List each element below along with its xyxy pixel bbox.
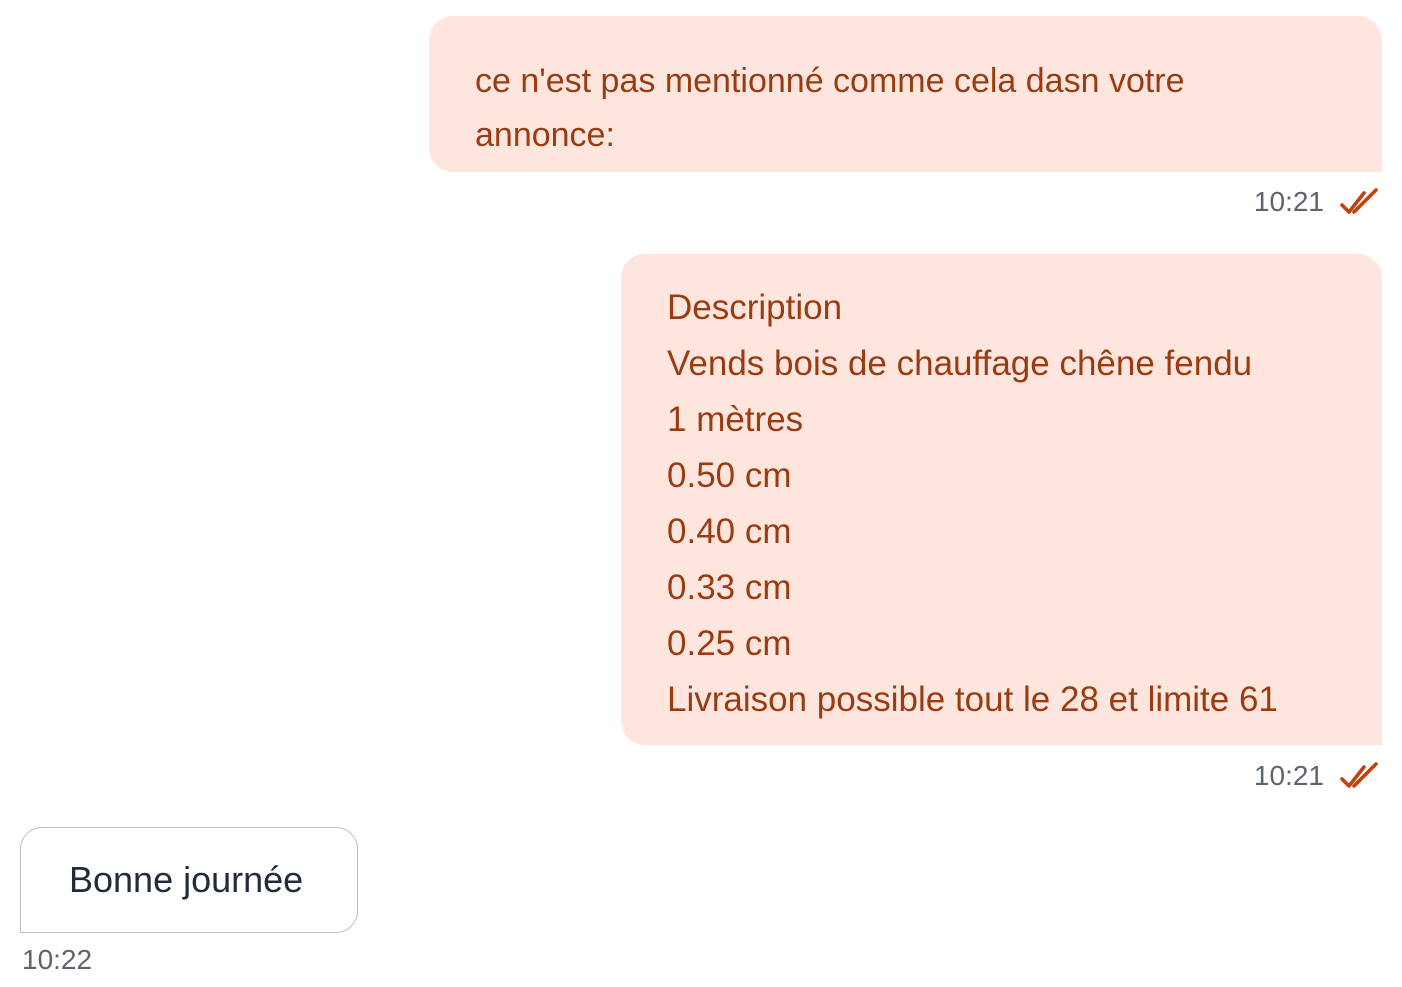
message-meta: 10:21	[1254, 760, 1380, 792]
message-timestamp: 10:21	[1253, 760, 1324, 791]
message-text-line: 1 mètres	[667, 400, 804, 439]
message-text-line: Vends bois de chauffage chêne fendu	[667, 344, 1253, 383]
message-meta: 10:21	[1254, 186, 1380, 218]
outgoing-message-bubble[interactable]: ce n'est pas mentionné comme cela dasn v…	[429, 16, 1382, 172]
message-timestamp: 10:22	[22, 944, 93, 975]
message-text-line: 0.25 cm	[667, 624, 792, 663]
double-check-icon	[1340, 762, 1378, 788]
message-text-line: ce n'est pas mentionné comme cela dasn v…	[475, 62, 1185, 100]
message-text-line: annonce:	[475, 116, 615, 154]
message-text-line: Livraison possible tout le 28 et limite …	[667, 680, 1278, 719]
message-text: Bonne journée	[69, 859, 304, 900]
outgoing-message-bubble[interactable]: Description Vends bois de chauffage chên…	[621, 254, 1382, 745]
double-check-icon	[1340, 188, 1378, 214]
message-timestamp: 10:21	[1253, 186, 1324, 217]
message-text-line: 0.40 cm	[667, 512, 792, 551]
chat-thread: ce n'est pas mentionné comme cela dasn v…	[0, 0, 1402, 987]
incoming-message-bubble[interactable]: Bonne journée	[20, 827, 358, 933]
message-text-line: 0.33 cm	[667, 568, 792, 607]
message-text-line: 0.50 cm	[667, 456, 792, 495]
message-text-line: Description	[667, 288, 843, 327]
